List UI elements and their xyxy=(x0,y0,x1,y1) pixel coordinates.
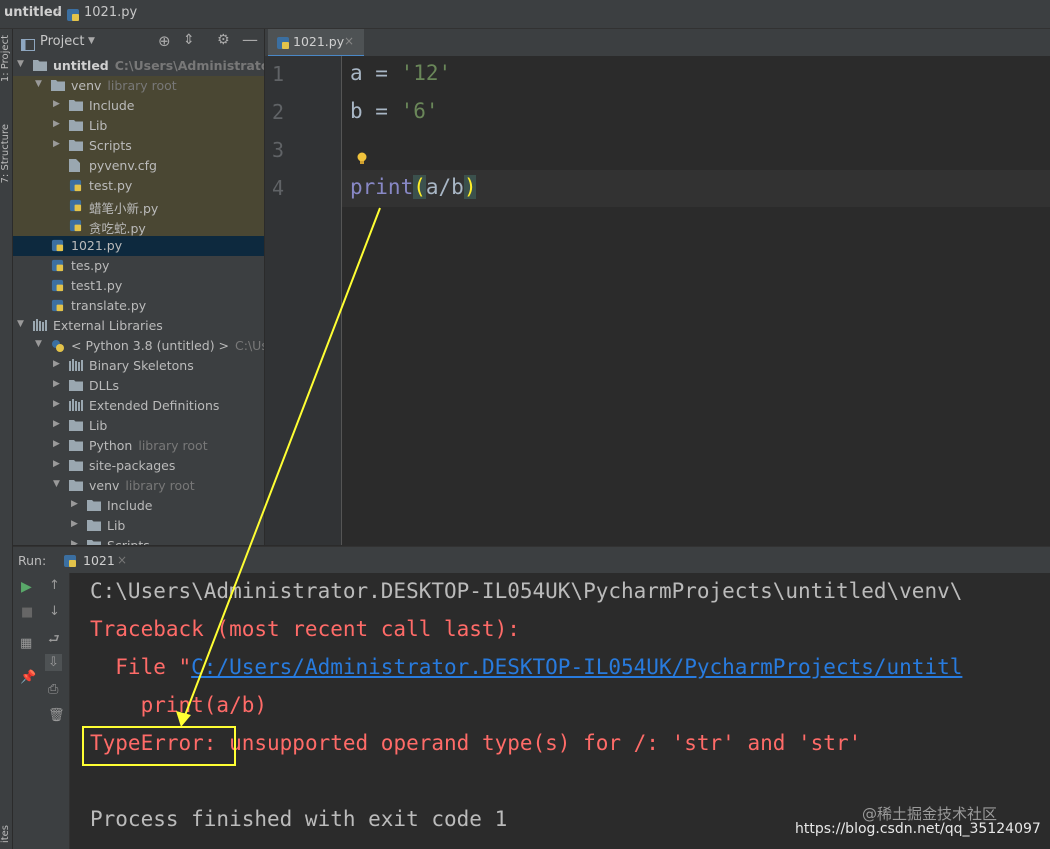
watermark-line2: https://blog.csdn.net/qq_35124097 xyxy=(795,821,1041,837)
error-highlight-box xyxy=(82,726,236,766)
annotation-overlay xyxy=(82,207,381,766)
annotation-arrowhead xyxy=(176,711,191,727)
annotation-arrow-line xyxy=(183,207,381,719)
